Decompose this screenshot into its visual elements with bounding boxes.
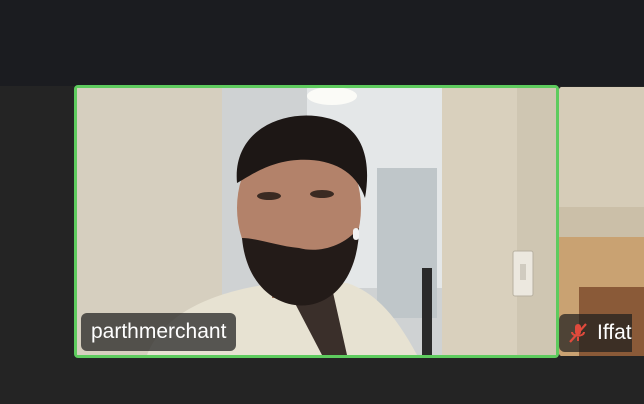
meeting-window: parthmerchant Iffat <box>0 0 644 404</box>
participant-name-label: parthmerchant <box>81 313 237 351</box>
participant-name-text: Iffat <box>597 321 632 344</box>
participant-name-label-container: Iffat <box>559 314 632 352</box>
mic-muted-icon <box>565 320 591 346</box>
video-tile-participant[interactable]: Iffat <box>559 87 644 356</box>
video-tile-active-speaker[interactable]: parthmerchant <box>74 85 559 358</box>
top-bar <box>0 0 644 86</box>
